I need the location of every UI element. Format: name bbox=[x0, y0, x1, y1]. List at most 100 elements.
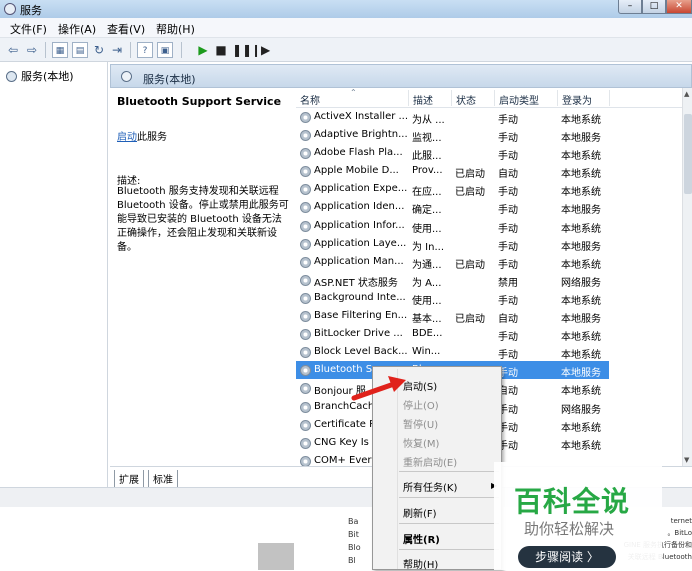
vertical-scrollbar[interactable]: ▲ ▼ bbox=[682, 88, 692, 466]
table-row[interactable]: BitLocker Drive ... BDE... 手动 本地系统 bbox=[296, 325, 682, 343]
scroll-up-icon[interactable]: ▲ bbox=[684, 90, 689, 98]
column-header-startup-type[interactable]: 启动类型 bbox=[499, 92, 539, 107]
service-startup-type-cell: 手动 bbox=[498, 422, 518, 434]
service-gear-icon bbox=[300, 130, 311, 142]
table-row[interactable]: Block Level Back... Win... 手动 本地系统 bbox=[296, 343, 682, 361]
table-row[interactable]: Application Expe... 在应... 已启动 手动 本地系统 bbox=[296, 180, 682, 198]
service-startup-type-cell: 手动 bbox=[498, 350, 518, 362]
back-arrow-icon[interactable]: ⇦ bbox=[5, 42, 21, 58]
service-log-on-cell: 本地系统 bbox=[561, 295, 601, 307]
forward-arrow-icon[interactable]: ⇨ bbox=[24, 42, 40, 58]
menu-action[interactable]: 操作(A) bbox=[58, 21, 96, 37]
watermark: 百科全说 助你轻松解决 步骤阅读 〉 bbox=[494, 462, 662, 570]
context-menu-help[interactable]: 帮助(H) bbox=[403, 556, 438, 571]
service-gear-icon bbox=[300, 256, 311, 268]
tab-standard[interactable]: 标准 bbox=[148, 470, 178, 488]
service-description-cell: 为 In... bbox=[412, 241, 445, 253]
column-divider[interactable] bbox=[408, 90, 409, 106]
service-description-cell: 确定... bbox=[412, 205, 442, 217]
context-menu-restart[interactable]: 重新启动(E) bbox=[403, 454, 457, 469]
column-divider[interactable] bbox=[494, 90, 495, 106]
service-log-on-cell: 本地服务 bbox=[561, 133, 601, 145]
service-log-on-cell: 本地系统 bbox=[561, 223, 601, 235]
table-row[interactable]: Base Filtering En... 基本... 已启动 自动 本地服务 bbox=[296, 307, 682, 325]
service-log-on-cell: 本地服务 bbox=[561, 241, 601, 253]
context-menu-pause[interactable]: 暂停(U) bbox=[403, 416, 438, 431]
menu-help[interactable]: 帮助(H) bbox=[156, 21, 195, 37]
column-header-description[interactable]: 描述 bbox=[413, 92, 433, 107]
menu-view[interactable]: 查看(V) bbox=[107, 21, 145, 37]
toolbar-separator bbox=[130, 42, 131, 58]
show-hide-console-tree-icon[interactable]: ▦ bbox=[52, 42, 68, 58]
restart-service-icon[interactable]: ❙▶ bbox=[251, 42, 270, 58]
context-menu-all-tasks[interactable]: 所有任务(K) bbox=[403, 479, 457, 494]
service-description-cell: 基本... bbox=[412, 314, 442, 326]
step-reading-button[interactable]: 步骤阅读 〉 bbox=[518, 546, 616, 568]
start-service-suffix: 此服务 bbox=[137, 132, 167, 143]
scroll-thumb[interactable] bbox=[684, 114, 692, 194]
service-log-on-cell: 本地系统 bbox=[561, 386, 601, 398]
service-startup-type-cell: 手动 bbox=[498, 151, 518, 163]
column-divider[interactable] bbox=[557, 90, 558, 106]
service-description-cell: Prov... bbox=[412, 165, 443, 177]
minimize-button[interactable]: – bbox=[618, 0, 642, 14]
table-row[interactable]: Application Infor... 使用... 手动 本地系统 bbox=[296, 217, 682, 235]
column-header-name[interactable]: 名称 bbox=[300, 92, 320, 107]
column-divider[interactable] bbox=[609, 90, 610, 106]
table-row[interactable]: Application Laye... 为 In... 手动 本地服务 bbox=[296, 235, 682, 253]
context-menu-separator bbox=[399, 497, 499, 498]
column-divider[interactable] bbox=[451, 90, 452, 106]
column-header-status[interactable]: 状态 bbox=[456, 92, 476, 107]
service-description-cell: BDE... bbox=[412, 328, 443, 340]
service-description-cell: 此服... bbox=[412, 151, 442, 163]
service-description-cell: 为 A... bbox=[412, 277, 442, 289]
sort-ascending-icon: ⌃ bbox=[350, 88, 357, 97]
service-gear-icon bbox=[300, 292, 311, 304]
table-row[interactable]: ASP.NET 状态服务 为 A... 禁用 网络服务 bbox=[296, 271, 682, 289]
menu-file[interactable]: 文件(F) bbox=[10, 21, 47, 37]
window-title: 服务 bbox=[20, 4, 42, 17]
context-menu-refresh[interactable]: 刷新(F) bbox=[403, 505, 437, 520]
table-row[interactable]: Application Man... 为通... 已启动 手动 本地系统 bbox=[296, 253, 682, 271]
table-row[interactable]: Adobe Flash Pla... 此服... 手动 本地系统 bbox=[296, 144, 682, 162]
service-gear-icon bbox=[300, 184, 311, 196]
service-startup-type-cell: 手动 bbox=[498, 115, 518, 126]
table-row[interactable]: Application Iden... 确定... 手动 本地服务 bbox=[296, 198, 682, 216]
service-startup-type-cell: 自动 bbox=[498, 314, 518, 326]
help-icon[interactable]: ? bbox=[137, 42, 153, 58]
service-startup-type-cell: 手动 bbox=[498, 133, 518, 145]
start-service-icon[interactable]: ▶ bbox=[195, 42, 211, 58]
table-row[interactable]: ActiveX Installer ... 为从 ... 手动 本地系统 bbox=[296, 108, 682, 126]
service-log-on-cell: 本地系统 bbox=[561, 151, 601, 163]
context-menu-properties[interactable]: 属性(R) bbox=[403, 531, 440, 546]
pause-service-icon[interactable]: ❚❚ bbox=[232, 42, 252, 58]
refresh-icon[interactable]: ↻ bbox=[91, 42, 107, 58]
properties-sheet-icon[interactable]: ▤ bbox=[72, 42, 88, 58]
service-description-cell: 使用... bbox=[412, 223, 442, 235]
service-log-on-cell: 本地服务 bbox=[561, 314, 601, 326]
table-row[interactable]: Apple Mobile D... Prov... 已启动 自动 本地系统 bbox=[296, 162, 682, 180]
service-log-on-cell: 本地服务 bbox=[561, 368, 601, 380]
table-row[interactable]: Adaptive Brightn... 监视... 手动 本地服务 bbox=[296, 126, 682, 144]
context-menu-resume[interactable]: 恢复(M) bbox=[403, 435, 439, 450]
service-name-cell: Base Filtering En... bbox=[314, 310, 408, 322]
maximize-button[interactable]: □ bbox=[642, 0, 666, 14]
service-name-cell: ActiveX Installer ... bbox=[314, 111, 408, 122]
service-name-cell: Background Inte... bbox=[314, 291, 406, 303]
tab-extended[interactable]: 扩展 bbox=[114, 470, 144, 488]
service-log-on-cell: 本地系统 bbox=[561, 440, 601, 452]
column-header-log-on-as[interactable]: 登录为 bbox=[562, 92, 592, 107]
close-button[interactable]: ✕ bbox=[666, 0, 692, 14]
stop-service-icon[interactable]: ■ bbox=[213, 42, 229, 58]
service-gear-icon bbox=[300, 202, 311, 214]
export-list-icon[interactable]: ⇥ bbox=[109, 42, 125, 58]
table-row[interactable]: Background Inte... 使用... 手动 本地系统 bbox=[296, 289, 682, 307]
selected-service-name: Bluetooth Support Service bbox=[117, 95, 282, 108]
scroll-down-icon[interactable]: ▼ bbox=[684, 456, 689, 464]
service-startup-type-cell: 手动 bbox=[498, 295, 518, 307]
details-pane: Bluetooth Support Service 启动此服务 描述: Blue… bbox=[110, 88, 296, 466]
pane-header: 服务(本地) bbox=[110, 64, 692, 88]
tree-item-services-local[interactable]: 服务(本地) bbox=[6, 68, 74, 84]
start-service-link[interactable]: 启动 bbox=[117, 132, 137, 143]
console-view-icon[interactable]: ▣ bbox=[157, 42, 173, 58]
